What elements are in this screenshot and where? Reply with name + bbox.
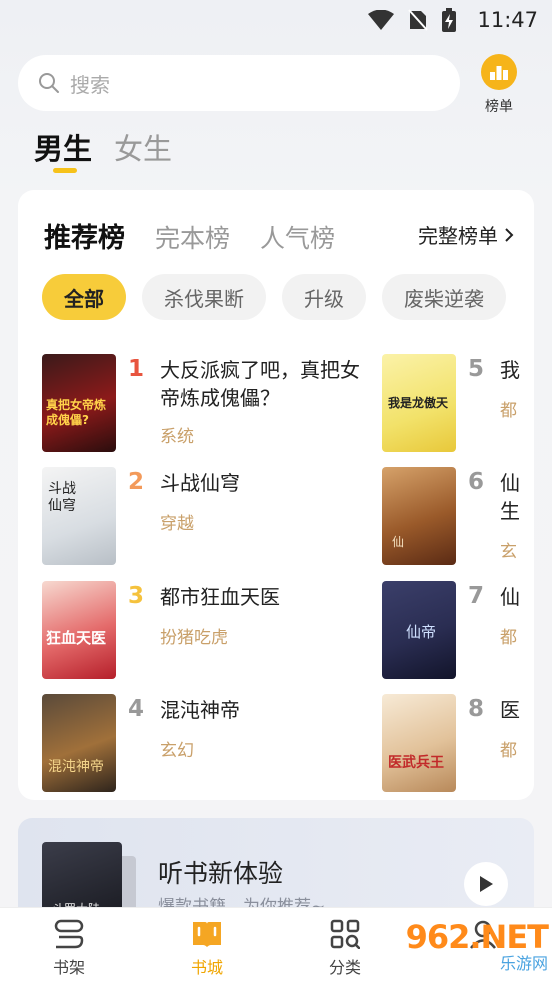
book-item[interactable]: 仙帝 7 仙 都 (382, 581, 534, 681)
book-item[interactable]: 仙 6 仙生 玄 (382, 467, 534, 567)
book-cover: 混沌神帝 (42, 694, 116, 792)
book-rank: 2 (128, 469, 145, 495)
book-tag: 玄幻 (160, 741, 194, 761)
book-title: 大反派疯了吧，真把女帝炼成傀儡？ (160, 358, 360, 410)
ranking-icon (481, 54, 517, 90)
full-list-label: 完整榜单 (418, 224, 498, 248)
book-title: 斗战仙穹 (160, 471, 240, 495)
nav-category-label: 分类 (328, 958, 361, 977)
cover-title: 真把女帝炼成傀儡? (46, 398, 107, 427)
cover-title: 仙帝 (406, 623, 437, 641)
tab-female[interactable]: 女生 (114, 126, 172, 168)
book-tag: 玄 (500, 542, 517, 562)
tab-completed[interactable]: 完本榜 (155, 219, 230, 255)
category-grid-icon (330, 919, 360, 949)
cover-title: 斗战仙穹 (48, 481, 76, 514)
book-cover: 狂血天医 (42, 581, 116, 679)
book-tag: 扮猪吃虎 (160, 628, 228, 648)
book-title: 仙 (500, 585, 520, 609)
book-rank: 5 (468, 356, 485, 382)
book-tag: 都 (500, 628, 517, 648)
bookshelf-icon (54, 919, 84, 949)
wifi-icon (368, 10, 394, 30)
book-title: 都市狂血天医 (160, 585, 280, 609)
book-rank: 8 (468, 696, 485, 722)
chip-all[interactable]: 全部 (42, 274, 126, 320)
site-watermark: 962.NET 乐游网 (406, 918, 549, 976)
status-bar: 11:47 (0, 0, 552, 40)
book-cover: 仙 (382, 467, 456, 565)
book-item[interactable]: 医武兵王 8 医 都 (382, 694, 534, 794)
cover-title: 医武兵王 (388, 755, 444, 771)
cover-title: 仙 (392, 535, 405, 549)
nav-bookstore[interactable]: 书城 (167, 918, 247, 978)
book-cover: 斗战仙穹 (42, 467, 116, 565)
search-bar[interactable]: 搜索 (18, 55, 460, 111)
tab-male[interactable]: 男生 (34, 126, 92, 168)
gender-tab-indicator (53, 168, 77, 173)
book-cover: 仙帝 (382, 581, 456, 679)
no-sim-icon (408, 9, 428, 31)
book-item[interactable]: 混沌神帝 4 混沌神帝 玄幻 (42, 694, 372, 794)
book-title: 仙生 (500, 471, 520, 523)
book-item[interactable]: 我是龙傲天 5 我 都 (382, 354, 534, 454)
book-cover: 我是龙傲天 (382, 354, 456, 452)
book-rank: 7 (468, 583, 485, 609)
chip-level-up[interactable]: 升级 (282, 274, 366, 320)
book-open-icon (193, 922, 221, 947)
nav-bookshelf[interactable]: 书架 (29, 918, 109, 978)
book-item[interactable]: 真把女帝炼成傀儡? 1 大反派疯了吧，真把女帝炼成傀儡？ 系统 (42, 354, 372, 454)
chip-underdog[interactable]: 废柴逆袭 (382, 274, 506, 320)
battery-charging-icon (442, 8, 456, 32)
search-icon (39, 73, 59, 93)
book-title: 我 (500, 358, 520, 382)
nav-bookshelf-label: 书架 (52, 958, 85, 977)
play-icon (480, 876, 493, 892)
tab-recommended[interactable]: 推荐榜 (44, 216, 125, 255)
gender-tabs: 男生 女生 (34, 126, 172, 168)
book-rank: 3 (128, 583, 145, 609)
nav-category[interactable]: 分类 (305, 918, 385, 978)
status-time: 11:47 (477, 8, 538, 32)
cover-title: 狂血天医 (46, 629, 107, 647)
audiobook-heading: 听书新体验 (158, 859, 284, 888)
book-tag: 系统 (160, 427, 194, 447)
book-title: 医 (500, 698, 520, 722)
book-tag: 都 (500, 401, 517, 421)
chevron-right-icon (505, 227, 514, 242)
category-chips: 全部 杀伐果断 升级 废柴逆袭 (42, 274, 506, 320)
book-tag: 都 (500, 741, 517, 761)
book-cover: 真把女帝炼成傀儡? (42, 354, 116, 452)
watermark-sub: 乐游网 (499, 954, 548, 973)
cover-title: 我是龙傲天 (388, 396, 449, 410)
search-placeholder: 搜索 (70, 72, 110, 97)
ranking-button[interactable]: 榜单 (478, 54, 520, 116)
book-rank: 1 (128, 356, 145, 382)
cover-title: 混沌神帝 (48, 759, 104, 775)
ranking-tabs: 推荐榜 完本榜 人气榜 (44, 216, 335, 255)
book-tag: 穿越 (160, 514, 194, 534)
ranking-label: 榜单 (485, 99, 513, 115)
book-rank: 6 (468, 469, 485, 495)
chip-ruthless[interactable]: 杀伐果断 (142, 274, 266, 320)
book-item[interactable]: 狂血天医 3 都市狂血天医 扮猪吃虎 (42, 581, 372, 681)
full-list-link[interactable]: 完整榜单 (418, 220, 514, 249)
nav-bookstore-label: 书城 (190, 958, 223, 977)
ranking-card: 推荐榜 完本榜 人气榜 完整榜单 全部 杀伐果断 升级 废柴逆袭 真把女帝炼成傀… (18, 190, 534, 800)
tab-popular[interactable]: 人气榜 (260, 219, 335, 255)
book-cover: 医武兵王 (382, 694, 456, 792)
book-rank: 4 (128, 696, 145, 722)
book-title: 混沌神帝 (160, 698, 240, 722)
play-button[interactable] (464, 862, 508, 906)
book-item[interactable]: 斗战仙穹 2 斗战仙穹 穿越 (42, 467, 372, 567)
